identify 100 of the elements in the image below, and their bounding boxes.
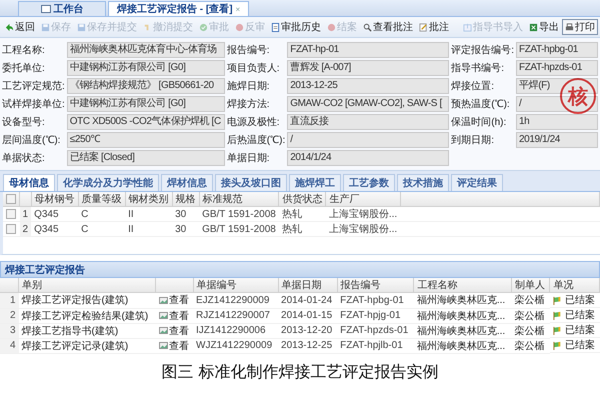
input-field[interactable]: 《钢结构焊接规范》 [GB50661-20: [66, 78, 225, 94]
input-field[interactable]: /: [287, 132, 450, 148]
input-field[interactable]: FZAT-hp-01: [287, 42, 450, 58]
table-cell: 焊接工艺指导书(建筑): [18, 323, 156, 338]
column-header[interactable]: 单据日期: [278, 278, 338, 292]
table-cell: C: [78, 222, 126, 236]
field-label: 工程名称:: [2, 44, 46, 58]
view-link[interactable]: 查看: [158, 324, 189, 338]
table-cell: II: [125, 206, 172, 222]
window-icon: [40, 5, 50, 13]
check-icon: [199, 22, 208, 32]
tab[interactable]: 工艺参数: [343, 174, 395, 191]
table-cell: 2013-12-20: [278, 323, 338, 338]
stop-icon: [327, 22, 336, 32]
column-header[interactable]: 标准规范: [199, 192, 279, 206]
status-text: 已结案: [564, 308, 595, 322]
image-icon: [158, 312, 168, 319]
checkbox[interactable]: [6, 194, 16, 204]
status-text: 已结案: [564, 324, 595, 337]
table-cell: FZAT-hpjlb-01: [337, 338, 414, 353]
printer-icon: [565, 22, 574, 32]
field-label: 施焊日期:: [226, 80, 271, 94]
input-field[interactable]: 2019/1/24: [516, 132, 598, 148]
checkbox[interactable]: [6, 208, 16, 219]
field-label: 指导书编号:: [451, 62, 506, 76]
toolbar-button[interactable]: 批注: [416, 19, 452, 35]
field-label: 单据日期:: [226, 152, 271, 166]
table-cell: 2014-01-24: [278, 292, 338, 308]
table-cell: FZAT-hpbg-01: [337, 292, 414, 308]
input-field[interactable]: GMAW-CO2 [GMAW-CO2], SAW-S [: [287, 96, 450, 112]
table-cell: 上海宝钢股份...: [326, 222, 400, 236]
flag-icon: [552, 310, 562, 320]
column-header[interactable]: 单据编号: [193, 278, 278, 292]
tab[interactable]: 焊材信息: [161, 174, 213, 191]
field-label: 层间温度(℃):: [2, 134, 62, 148]
toolbar-button[interactable]: 打印: [562, 19, 598, 35]
column-header[interactable]: 规格: [172, 192, 200, 206]
checkbox[interactable]: [6, 224, 16, 234]
save-icon: [41, 22, 50, 32]
column-header[interactable]: 钢材类别: [125, 192, 172, 206]
table-cell: 30: [172, 206, 200, 222]
field-label: 焊接位置:: [451, 80, 496, 94]
column-header[interactable]: 工程名称: [414, 278, 512, 292]
column-header[interactable]: 生产厂: [326, 192, 400, 206]
input-field[interactable]: 中建钢构江苏有限公司 [G0]: [66, 96, 225, 112]
field-label: 委托单位:: [2, 62, 46, 76]
tab[interactable]: 化学成分及力学性能: [57, 174, 159, 191]
input-field[interactable]: 福州海峡奥林匹克体育中心-体育场: [66, 42, 225, 58]
table-cell: RJZ1412290007: [193, 308, 278, 323]
toolbar-button[interactable]: 返回: [2, 19, 38, 35]
row-number: 1: [0, 292, 18, 308]
tab[interactable]: 评定结果: [451, 174, 503, 191]
table-cell: FZAT-hpjg-01: [337, 308, 414, 323]
window-tab[interactable]: 焊接工艺评定报告 - [查看] ×: [108, 1, 250, 16]
row-number: 4: [0, 338, 18, 353]
row-number: 2: [20, 222, 32, 236]
column-header[interactable]: 母材钢号: [31, 192, 78, 206]
input-field[interactable]: 中建钢构江苏有限公司 [G0]: [66, 60, 225, 76]
field-label: 试样焊接单位:: [2, 98, 65, 112]
tab[interactable]: 接头及坡口图: [215, 174, 287, 191]
view-link[interactable]: 查看: [158, 308, 189, 322]
field-label: 报告编号:: [226, 44, 271, 58]
input-field[interactable]: 已结案 [Closed]: [66, 150, 225, 166]
tab-label: 工作台: [54, 2, 84, 16]
column-header[interactable]: 单况: [550, 278, 600, 292]
table-cell: EJZ1412290009: [193, 292, 278, 308]
tab[interactable]: 母材信息: [3, 174, 55, 191]
table-cell: 栾公楯: [511, 292, 550, 308]
view-link[interactable]: 查看: [158, 338, 189, 352]
toolbar-button[interactable]: 审批历史: [268, 19, 324, 35]
section-title: 焊接工艺评定报告: [5, 263, 85, 276]
toolbar-button[interactable]: 查看批注: [360, 19, 416, 35]
column-header[interactable]: 单别: [18, 278, 156, 292]
input-field[interactable]: OTC XD500S -CO2气体保护焊机 [C: [66, 114, 225, 130]
flag-icon: [552, 296, 562, 304]
table-cell: 福州海峡奥林匹克...: [414, 338, 512, 353]
column-header[interactable]: 质量等级: [78, 192, 126, 206]
tab[interactable]: 技术措施: [397, 174, 449, 191]
image-icon: [158, 296, 168, 304]
field-label: 单据状态:: [2, 152, 46, 166]
window-tab[interactable]: 工作台: [18, 1, 106, 16]
column-header[interactable]: 供货状态: [278, 192, 326, 206]
input-field[interactable]: ≤250℃: [66, 132, 225, 148]
field-label: 评定报告编号:: [451, 44, 514, 58]
table-cell: FZAT-hpzds-01: [337, 323, 414, 338]
table-cell: Q345: [31, 222, 78, 236]
input-field[interactable]: 2013-12-25: [287, 78, 450, 94]
input-field[interactable]: 曹辉发 [A-007]: [287, 60, 450, 76]
column-header[interactable]: 报告编号: [337, 278, 414, 292]
table-cell: 福州海峡奥林匹克...: [414, 292, 512, 308]
column-header[interactable]: 制单人: [511, 278, 550, 292]
status-text: 已结案: [564, 338, 595, 352]
view-link[interactable]: 查看: [158, 293, 189, 308]
input-field[interactable]: 直流反接: [287, 114, 450, 130]
input-field[interactable]: FZAT-hpzds-01: [516, 60, 598, 76]
tab[interactable]: 施焊焊工: [289, 174, 341, 191]
input-field[interactable]: 2014/1/24: [287, 150, 450, 166]
toolbar-button[interactable]: 导出: [526, 19, 562, 35]
input-field[interactable]: FZAT-hpbg-01: [516, 42, 598, 58]
input-field[interactable]: 1h: [516, 114, 598, 130]
